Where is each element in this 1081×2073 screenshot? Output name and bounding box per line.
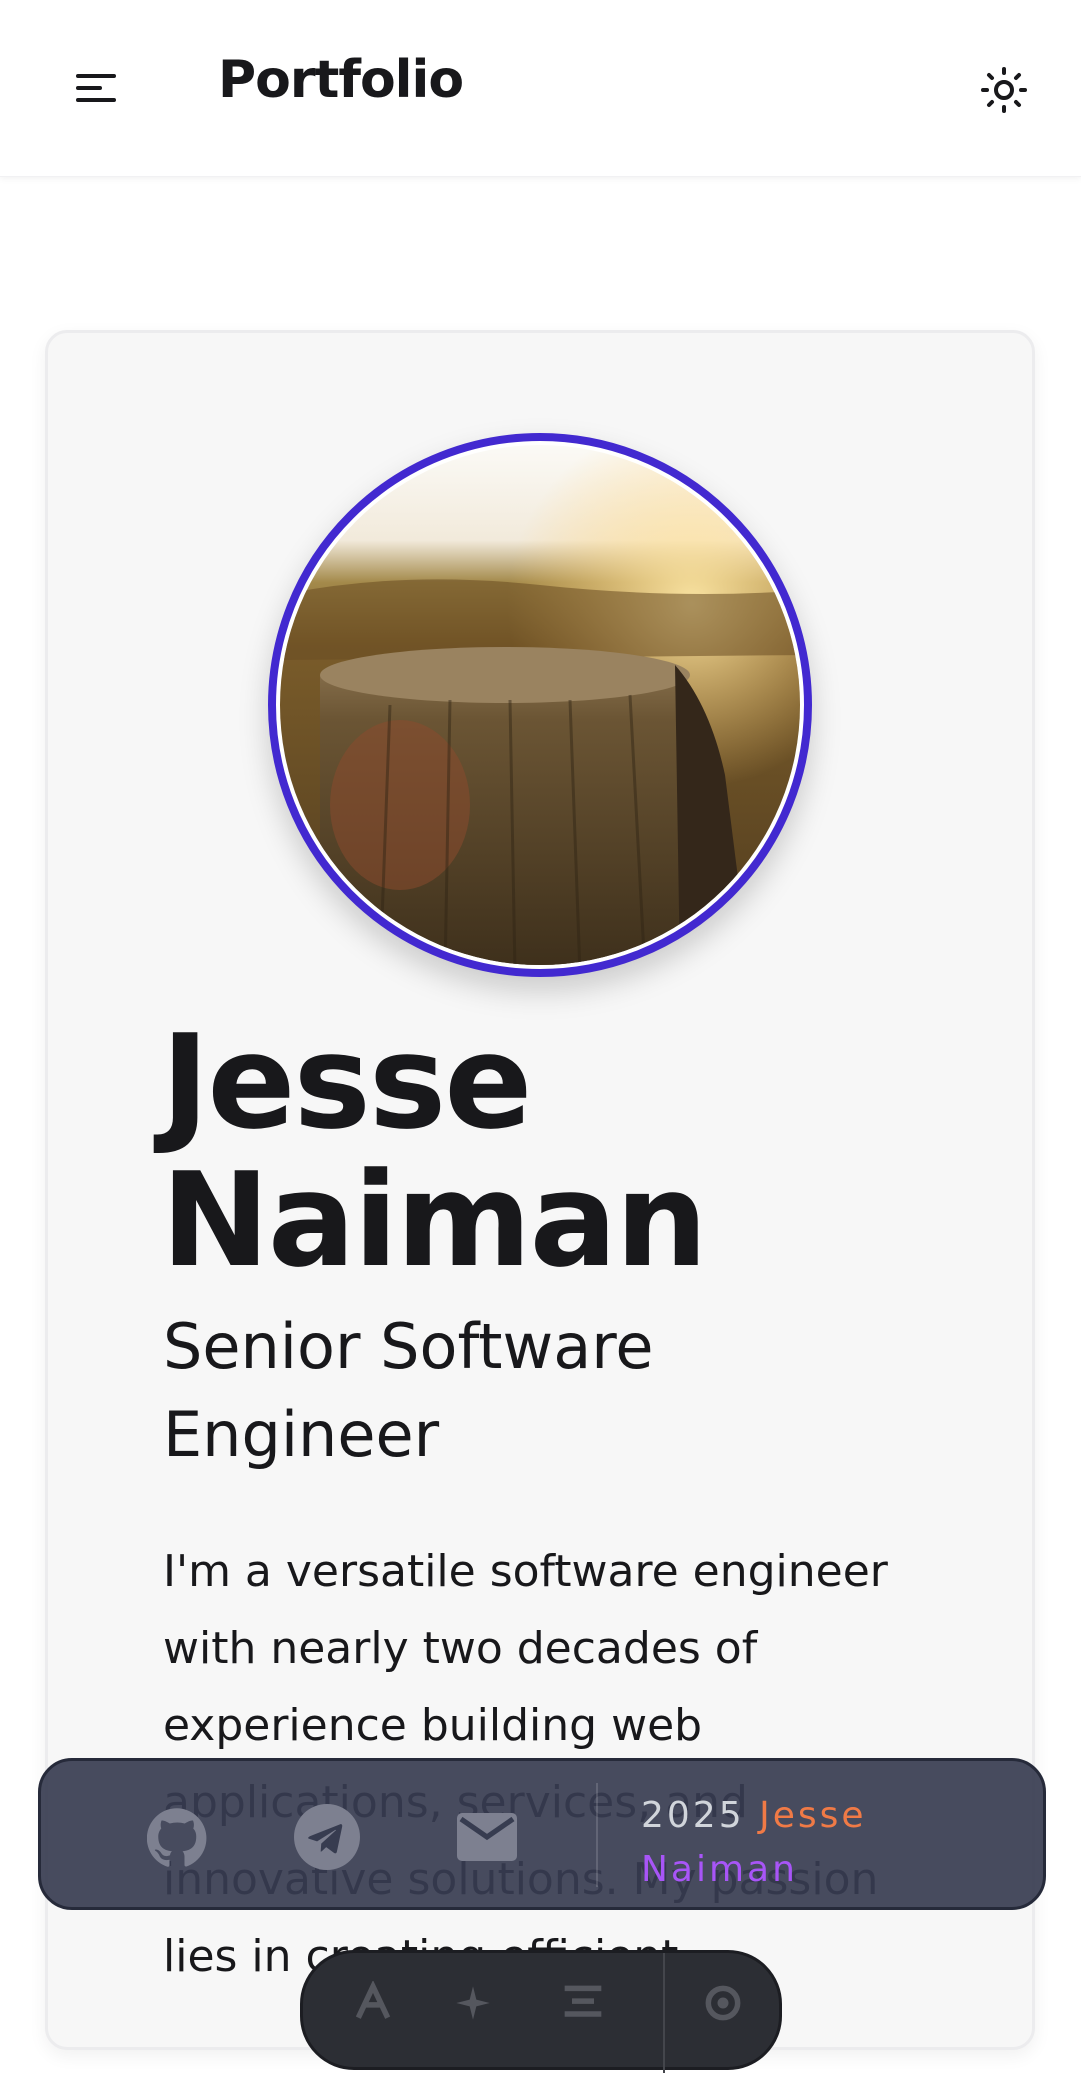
settings-icon — [705, 1985, 741, 2021]
align-tool-button[interactable] — [553, 1973, 613, 2033]
toolbar-divider — [663, 1953, 665, 2073]
email-link[interactable] — [451, 1801, 523, 1873]
text-tool-button[interactable] — [343, 1973, 403, 2033]
text-icon — [355, 1981, 391, 2019]
align-icon — [564, 1985, 602, 2017]
mail-icon — [457, 1813, 517, 1861]
copyright-last-name: Naiman — [641, 1849, 798, 1890]
telegram-link[interactable] — [291, 1801, 363, 1873]
top-navigation-bar: Portfolio — [0, 0, 1081, 177]
settings-tool-button[interactable] — [693, 1973, 753, 2033]
telegram-icon — [294, 1804, 360, 1870]
bottom-toolbar — [300, 1950, 782, 2073]
tree-stump-photo — [280, 445, 800, 965]
profile-role: Senior Software Engineer — [163, 1310, 654, 1471]
profile-name: Jesse Naiman — [161, 1006, 708, 1296]
github-link[interactable] — [141, 1801, 213, 1873]
theme-toggle-button[interactable] — [968, 58, 1040, 122]
menu-button[interactable] — [56, 56, 136, 120]
floating-footer: 2025 Jesse Naiman — [38, 1758, 1046, 1910]
github-icon — [147, 1808, 207, 1867]
copyright-first-name: Jesse — [759, 1795, 867, 1836]
sparkle-tool-button[interactable] — [443, 1973, 503, 2033]
sparkle-icon — [456, 1986, 490, 2020]
sun-icon — [981, 67, 1027, 113]
menu-icon — [76, 74, 116, 102]
profile-avatar — [268, 433, 812, 977]
copyright-text: 2025 Jesse Naiman — [641, 1789, 867, 1897]
footer-divider — [596, 1783, 598, 1887]
copyright-year: 2025 — [641, 1795, 745, 1836]
brand-title[interactable]: Portfolio — [218, 50, 464, 110]
